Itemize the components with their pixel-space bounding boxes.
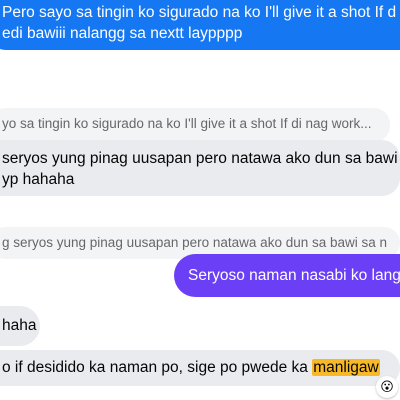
sent-message-bubble[interactable]: Seryoso naman nasabi ko lang [174, 254, 400, 297]
sent-message-bubble[interactable]: Pero sayo sa tingin ko sigurado na ko I'… [0, 0, 400, 50]
received-message-bubble[interactable]: haha [0, 306, 40, 346]
message-text-line: Pero sayo sa tingin ko sigurado na ko I'… [2, 4, 397, 21]
message-text: haha [2, 317, 37, 334]
reaction-wow-icon[interactable]: 😮 [376, 376, 398, 398]
highlighted-keyword[interactable]: manligaw [312, 359, 380, 376]
reply-preview-text: g seryos yung pinag uusapan pero natawa … [2, 235, 388, 250]
received-message-bubble[interactable]: o if desidido ka naman po, sige po pwede… [0, 350, 400, 386]
message-text: Seryoso naman nasabi ko lang [188, 267, 400, 284]
message-text: o if desidido ka naman po, sige po pwede… [2, 359, 313, 376]
reply-preview[interactable]: yo sa tingin ko sigurado na ko I'll give… [0, 108, 390, 142]
reply-preview-text: yo sa tingin ko sigurado na ko I'll give… [2, 116, 372, 131]
message-text-line: yp hahaha [2, 171, 75, 188]
received-message-bubble[interactable]: seryos yung pinag uusapan pero natawa ak… [0, 140, 400, 196]
message-text-line: edi bawiii nalangg sa nextt laypppp [2, 25, 243, 42]
message-text-line: seryos yung pinag uusapan pero natawa ak… [2, 150, 398, 167]
